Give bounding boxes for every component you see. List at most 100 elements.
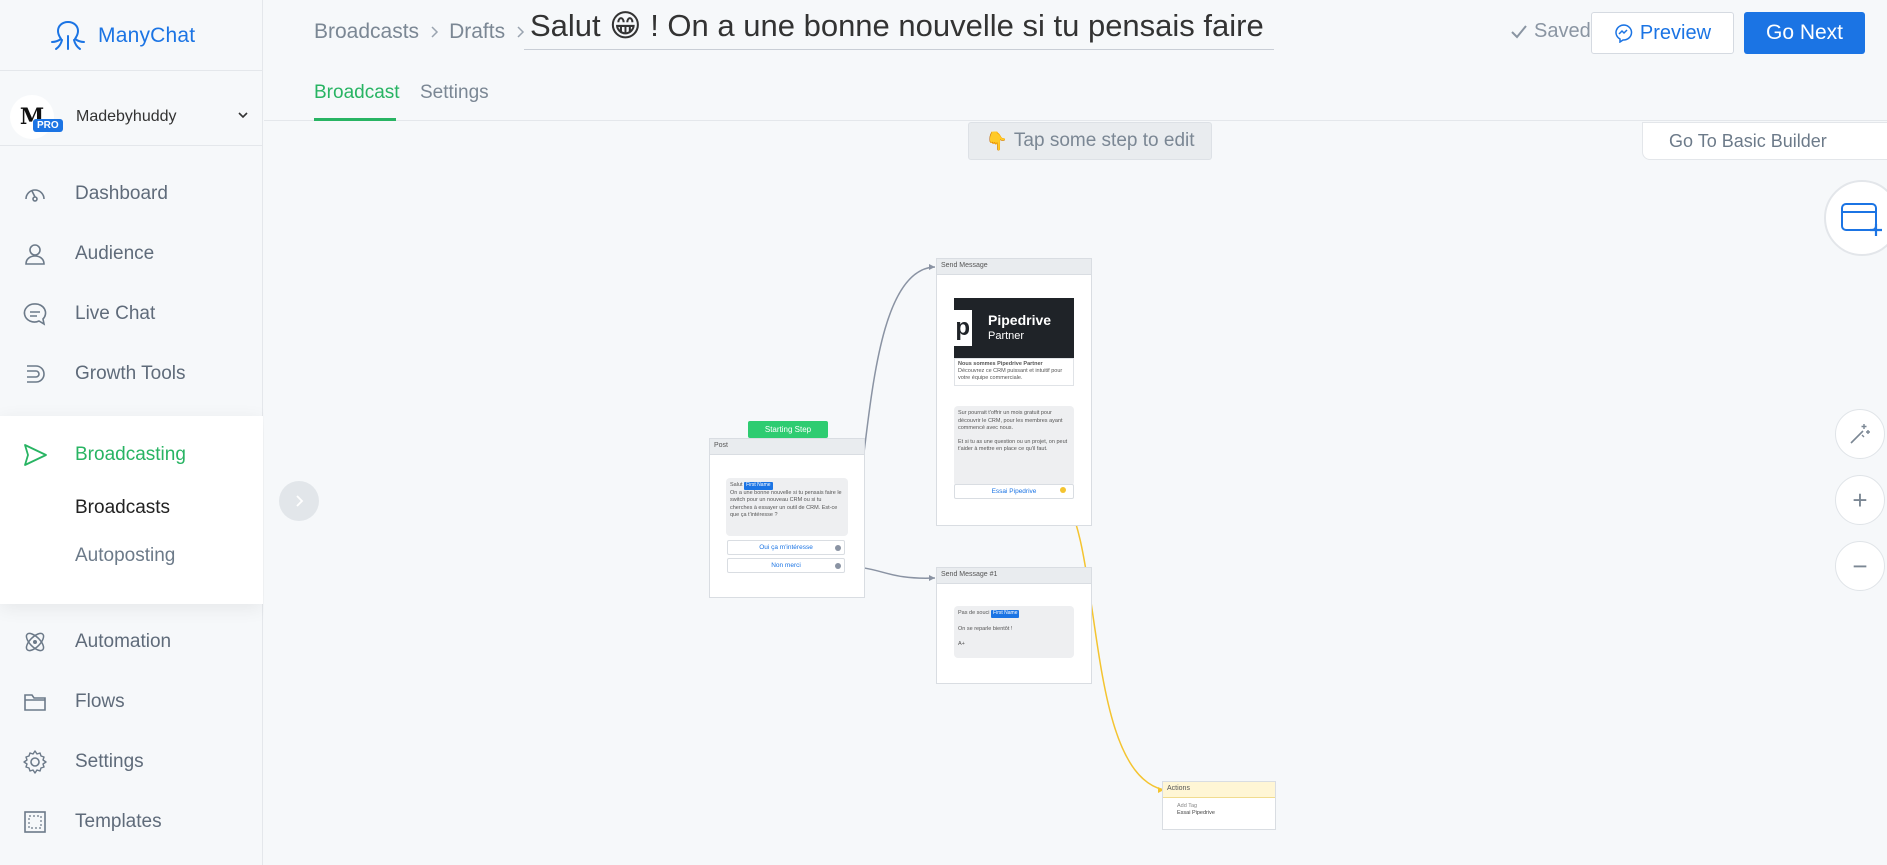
output-port[interactable] (835, 563, 841, 569)
go-next-button[interactable]: Go Next (1744, 12, 1865, 54)
nav-settings[interactable]: Settings (0, 736, 263, 788)
send-icon (24, 444, 47, 466)
sidebar: ManyChat M PRO Madebyhuddy Dashboard Aud… (0, 0, 263, 865)
output-port[interactable] (1060, 487, 1066, 493)
divider (0, 70, 263, 71)
quick-reply-yes[interactable]: Oui ça m'intéresse (727, 540, 845, 555)
messenger-icon (1615, 24, 1633, 43)
nav-label: Live Chat (75, 303, 156, 324)
greeting-text: Salut (730, 482, 743, 488)
nav-templates[interactable]: Templates (0, 796, 263, 848)
chevron-down-icon (238, 112, 248, 119)
nav-label: Flows (75, 691, 125, 712)
quick-reply-no[interactable]: Non merci (727, 558, 845, 573)
pointing-hand-icon: 👇 (985, 130, 1008, 151)
tab-broadcast[interactable]: Broadcast (314, 82, 400, 104)
send-message-text-bubble: Sur pourrait t'offrir un mois gratuit po… (954, 406, 1074, 486)
nav-broadcasting[interactable]: Broadcasting (0, 429, 263, 481)
card-image-title: Pipedrive (988, 312, 1052, 328)
pipedrive-logo-icon: p (954, 310, 972, 346)
subnav-autoposting[interactable]: Autoposting (75, 545, 175, 567)
card-image-subtitle: Partner (988, 330, 1025, 342)
card-text: Nous sommes Pipedrive Partner Découvrez … (954, 358, 1074, 386)
nav-automation[interactable]: Automation (0, 616, 263, 668)
active-tab-indicator (314, 118, 396, 121)
nav-live-chat[interactable]: Live Chat (0, 288, 263, 340)
starting-step-badge: Starting Step (748, 421, 828, 438)
node-title: Send Message #1 (937, 568, 1091, 584)
tab-settings[interactable]: Settings (420, 82, 489, 104)
essai-pipedrive-button[interactable]: Essai Pipedrive (954, 484, 1074, 499)
account-name: Madebyhuddy (76, 108, 177, 125)
magic-wand-button[interactable] (1835, 409, 1885, 459)
arrow-head (929, 575, 935, 581)
nav-label: Audience (75, 243, 155, 264)
hint-label: Tap some step to edit (1013, 130, 1195, 151)
nav-label: Templates (75, 811, 162, 832)
nav-label: Broadcasting (75, 444, 186, 465)
actions-node[interactable]: Actions Add Tag Essai Pipedrive (1162, 781, 1276, 830)
edit-hint: 👇 Tap some step to edit (968, 122, 1212, 160)
flow-canvas[interactable]: 👇 Tap some step to edit Go To Basic Buil… (264, 122, 1887, 865)
message-line-1: On se reparle bientôt ! (958, 625, 1013, 632)
node-title: Send Message (937, 259, 1091, 275)
send-message-1-bubble: Pas de souci First Name On se reparle bi… (954, 606, 1074, 658)
gear-icon (23, 750, 47, 774)
magnet-icon (27, 365, 45, 383)
nav-dashboard[interactable]: Dashboard (0, 168, 263, 220)
arrow-head (929, 264, 935, 270)
message-text: On a une bonne nouvelle si tu pensais fa… (730, 489, 842, 519)
template-icon (24, 811, 46, 833)
node-title: Post (710, 439, 864, 455)
preview-button[interactable]: Preview (1591, 12, 1734, 54)
action-type: Add Tag (1177, 803, 1198, 809)
folder-icon (24, 694, 46, 711)
card-description: Découvrez ce CRM puissant et intuitif po… (958, 368, 1063, 381)
nav-flows[interactable]: Flows (0, 676, 263, 728)
dashboard-icon (25, 189, 45, 202)
header: Broadcasts Drafts Salut 😁 ! On a une bon… (264, 0, 1887, 121)
account-switcher[interactable]: M PRO Madebyhuddy (10, 94, 260, 140)
first-name-chip: First Name (991, 610, 1020, 618)
broadcast-title-input[interactable]: Salut 😁 ! On a une bonne nouvelle si tu … (524, 8, 1274, 50)
go-to-basic-builder-button[interactable]: Go To Basic Builder (1642, 122, 1887, 160)
breadcrumb-drafts[interactable]: Drafts (449, 20, 505, 44)
greeting-text: Pas de souci (958, 610, 990, 616)
chevron-right-icon (431, 26, 439, 38)
nav-label: Growth Tools (75, 363, 186, 384)
first-name-chip: First Name (744, 482, 773, 490)
post-message-bubble: Salut First Name On a une bonne nouvelle… (726, 478, 848, 536)
chevron-right-icon (296, 495, 304, 507)
action-value: Essai Pipedrive (1177, 810, 1215, 816)
pro-badge: PRO (33, 119, 63, 132)
logo[interactable]: ManyChat (48, 18, 195, 54)
zoom-out-button[interactable]: − (1835, 541, 1885, 591)
avatar: M PRO (10, 95, 63, 139)
nav-audience[interactable]: Audience (0, 228, 263, 280)
nav-label: Automation (75, 631, 172, 652)
pipedrive-card-image: p Pipedrive Partner (954, 298, 1074, 358)
add-card-icon (1841, 203, 1882, 236)
magic-wand-icon (1850, 424, 1870, 444)
subnav-broadcasts[interactable]: Broadcasts (75, 497, 170, 519)
card-caption: Nous sommes Pipedrive Partner (958, 361, 1043, 367)
atom-icon (25, 632, 45, 652)
saved-status: Saved (1510, 20, 1591, 43)
divider (0, 145, 263, 146)
message-text-2: Et si tu as une question ou un projet, o… (958, 438, 1068, 453)
brand-name: ManyChat (98, 24, 196, 47)
nav-growth-tools[interactable]: Growth Tools (0, 348, 263, 400)
person-icon (25, 244, 45, 265)
output-port[interactable] (835, 545, 841, 551)
message-line-2: A+ (958, 641, 965, 647)
action-item: Add Tag Essai Pipedrive (1163, 798, 1275, 817)
breadcrumb: Broadcasts Drafts (314, 20, 535, 44)
node-title: Actions (1163, 782, 1275, 798)
message-text-1: Sur pourrait t'offrir un mois gratuit po… (958, 410, 1063, 431)
expand-panel-button[interactable] (279, 481, 319, 521)
nav-label: Settings (75, 751, 144, 772)
breadcrumb-broadcasts[interactable]: Broadcasts (314, 20, 419, 44)
manychat-logo-icon (51, 21, 85, 50)
zoom-in-button[interactable]: + (1835, 475, 1885, 525)
nav-label: Dashboard (75, 183, 168, 204)
